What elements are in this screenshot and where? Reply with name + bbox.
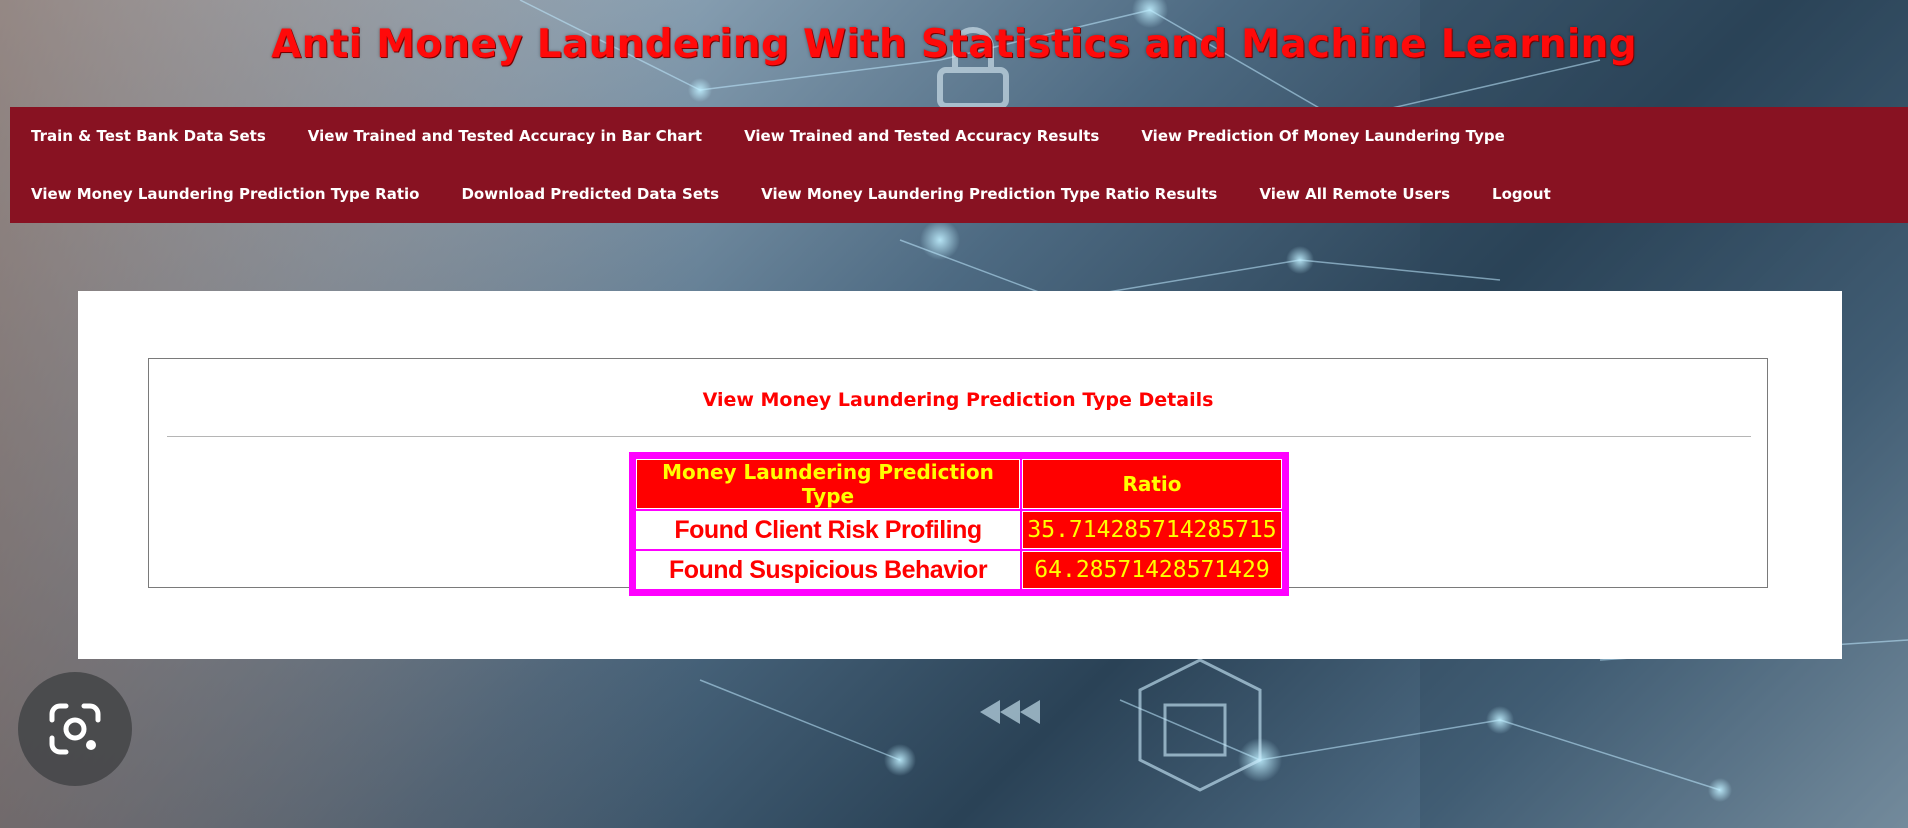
- nav-logout[interactable]: Logout: [1471, 185, 1572, 203]
- nav-view-prediction-type[interactable]: View Prediction Of Money Laundering Type: [1120, 127, 1525, 145]
- table-header-row: Money Laundering Prediction Type Ratio: [636, 459, 1282, 509]
- camera-lens-icon: [49, 703, 101, 755]
- nav-row-1: Train & Test Bank Data Sets View Trained…: [10, 107, 1526, 165]
- nav-download-predicted-data-sets[interactable]: Download Predicted Data Sets: [440, 185, 740, 203]
- nav-view-accuracy-bar-chart[interactable]: View Trained and Tested Accuracy in Bar …: [287, 127, 723, 145]
- nav-train-test-bank-data-sets[interactable]: Train & Test Bank Data Sets: [10, 127, 287, 145]
- nav-view-accuracy-results[interactable]: View Trained and Tested Accuracy Results: [723, 127, 1120, 145]
- column-header-ratio: Ratio: [1022, 459, 1282, 509]
- page-title: Anti Money Laundering With Statistics an…: [271, 22, 1637, 67]
- ratio-cell: 35.714285714285715: [1022, 511, 1282, 549]
- prediction-type-cell: Found Suspicious Behavior: [636, 551, 1020, 589]
- nav-view-prediction-type-ratio-results[interactable]: View Money Laundering Prediction Type Ra…: [740, 185, 1238, 203]
- column-header-type: Money Laundering Prediction Type: [636, 459, 1020, 509]
- nav-view-prediction-type-ratio[interactable]: View Money Laundering Prediction Type Ra…: [10, 185, 440, 203]
- table-row: Found Suspicious Behavior 64.28571428571…: [636, 551, 1282, 589]
- section-heading: View Money Laundering Prediction Type De…: [702, 389, 1214, 411]
- table-row: Found Client Risk Profiling 35.714285714…: [636, 511, 1282, 549]
- image-search-lens-button[interactable]: [18, 672, 132, 786]
- prediction-type-cell: Found Client Risk Profiling: [636, 511, 1020, 549]
- content-panel: View Money Laundering Prediction Type De…: [78, 291, 1842, 659]
- prediction-ratio-table: Money Laundering Prediction Type Ratio F…: [629, 452, 1289, 596]
- divider: [167, 436, 1751, 437]
- nav-row-2: View Money Laundering Prediction Type Ra…: [10, 165, 1572, 223]
- details-box: View Money Laundering Prediction Type De…: [148, 358, 1768, 596]
- main-navigation: Train & Test Bank Data Sets View Trained…: [10, 107, 1908, 223]
- nav-view-all-remote-users[interactable]: View All Remote Users: [1238, 185, 1471, 203]
- ratio-cell: 64.28571428571429: [1022, 551, 1282, 589]
